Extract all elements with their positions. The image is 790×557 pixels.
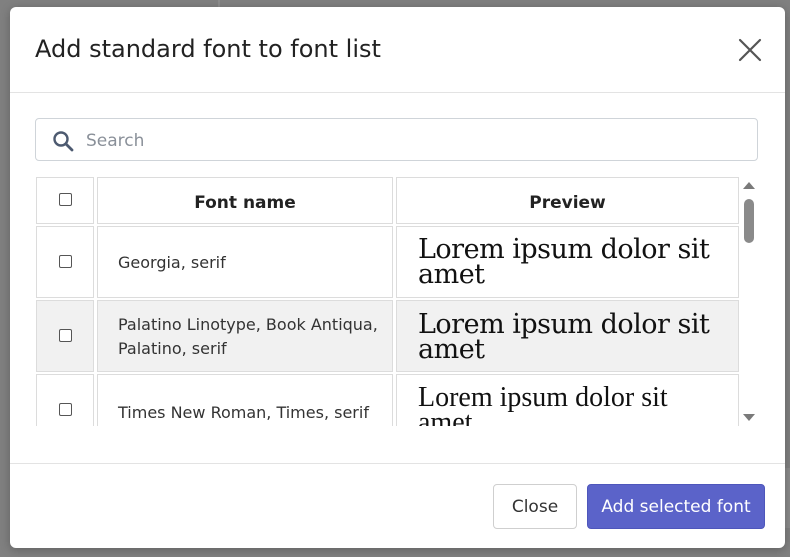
preview-cell: Lorem ipsum dolor sit amet (396, 226, 739, 298)
font-preview-text: Lorem ipsum dolor sit amet (418, 309, 710, 365)
close-icon[interactable] (733, 33, 767, 67)
select-all-checkbox[interactable] (59, 193, 72, 206)
header-select-cell (36, 177, 94, 224)
font-table: Font name Preview Georgia, serif Lorem i… (36, 177, 758, 426)
add-font-dialog: Add standard font to font list Search Fo… (10, 7, 785, 548)
header-font-name[interactable]: Font name (97, 177, 393, 224)
row-select-cell (36, 374, 94, 426)
dialog-title: Add standard font to font list (35, 35, 381, 63)
dialog-footer: Close Add selected font (10, 463, 785, 548)
row-checkbox[interactable] (59, 255, 72, 268)
preview-cell: Lorem ipsum dolor sit amet (396, 300, 739, 372)
font-name-cell: Palatino Linotype, Book Antiqua, Palatin… (97, 300, 393, 372)
column-header-font-name: Font name (194, 193, 296, 213)
font-name-text: Times New Roman, Times, serif (118, 403, 369, 422)
search-icon (52, 130, 74, 152)
scroll-up-arrow-icon[interactable] (743, 182, 755, 189)
preview-cell: Lorem ipsum dolor sit amet (396, 374, 739, 426)
row-checkbox[interactable] (59, 329, 72, 342)
add-selected-font-button[interactable]: Add selected font (587, 484, 765, 529)
font-preview-text: Lorem ipsum dolor sit amet (418, 382, 668, 427)
dialog-body: Font name Preview Georgia, serif Lorem i… (10, 93, 785, 463)
font-name-text: Palatino Linotype, Book Antiqua, Palatin… (118, 315, 378, 358)
header-preview[interactable]: Preview (396, 177, 739, 224)
font-name-cell: Georgia, serif (97, 226, 393, 298)
row-select-cell (36, 226, 94, 298)
row-select-cell (36, 300, 94, 372)
table-scrollbar[interactable] (739, 177, 759, 426)
font-preview-text: Lorem ipsum dolor sit amet (418, 234, 710, 290)
close-button[interactable]: Close (493, 484, 577, 529)
font-name-cell: Times New Roman, Times, serif (97, 374, 393, 426)
font-name-text: Georgia, serif (118, 253, 226, 272)
dialog-header: Add standard font to font list (10, 7, 785, 93)
search-field[interactable] (35, 118, 758, 162)
scroll-thumb[interactable] (744, 199, 754, 243)
row-checkbox[interactable] (59, 403, 72, 416)
column-header-preview: Preview (529, 193, 606, 213)
search-input[interactable] (84, 119, 748, 162)
scroll-down-arrow-icon[interactable] (743, 414, 755, 421)
